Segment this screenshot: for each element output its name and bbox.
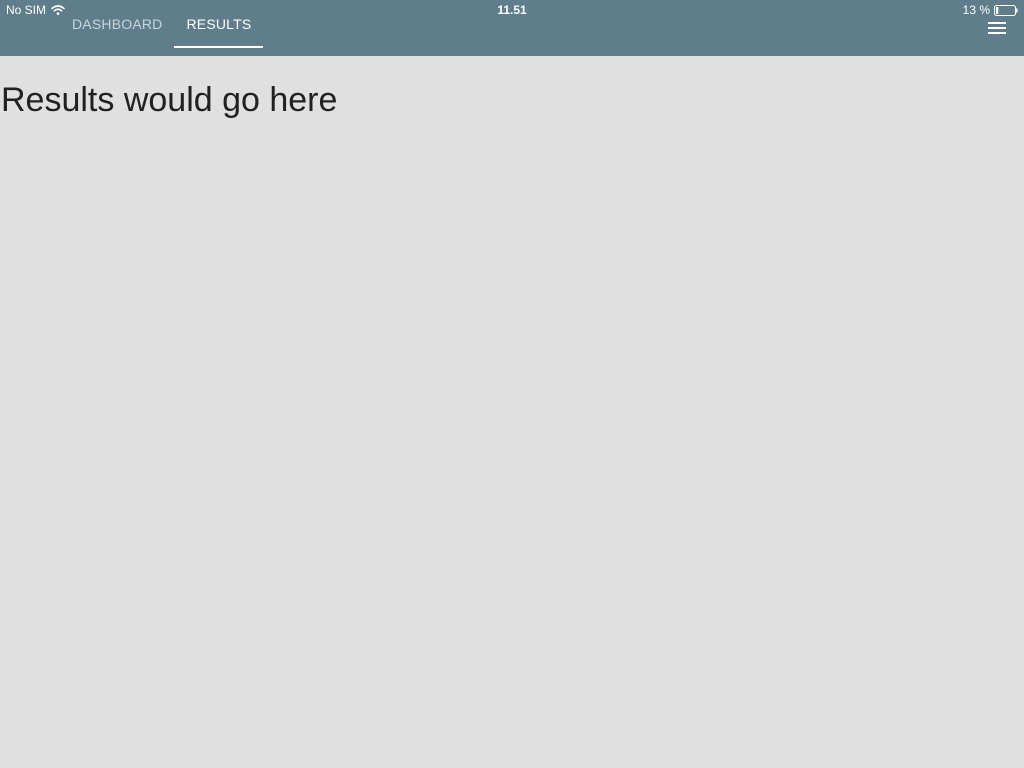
results-content: Results would go here bbox=[0, 56, 1024, 768]
hamburger-menu-icon[interactable] bbox=[988, 22, 1006, 36]
battery-fill bbox=[996, 6, 999, 14]
results-placeholder-heading: Results would go here bbox=[1, 81, 338, 119]
tab-bar: DASHBOARD RESULTS bbox=[60, 8, 264, 48]
status-battery: 13 % bbox=[963, 3, 1018, 17]
battery-icon bbox=[994, 4, 1018, 16]
tab-dashboard[interactable]: DASHBOARD bbox=[60, 8, 174, 48]
tab-results[interactable]: RESULTS bbox=[174, 8, 264, 48]
battery-percentage: 13 % bbox=[962, 3, 990, 17]
menu-line bbox=[988, 32, 1006, 34]
menu-line bbox=[988, 27, 1006, 29]
top-app-bar: No SIM 11.51 13 % DASHBOARD RESULTS bbox=[0, 0, 1024, 56]
menu-line bbox=[988, 22, 1006, 24]
